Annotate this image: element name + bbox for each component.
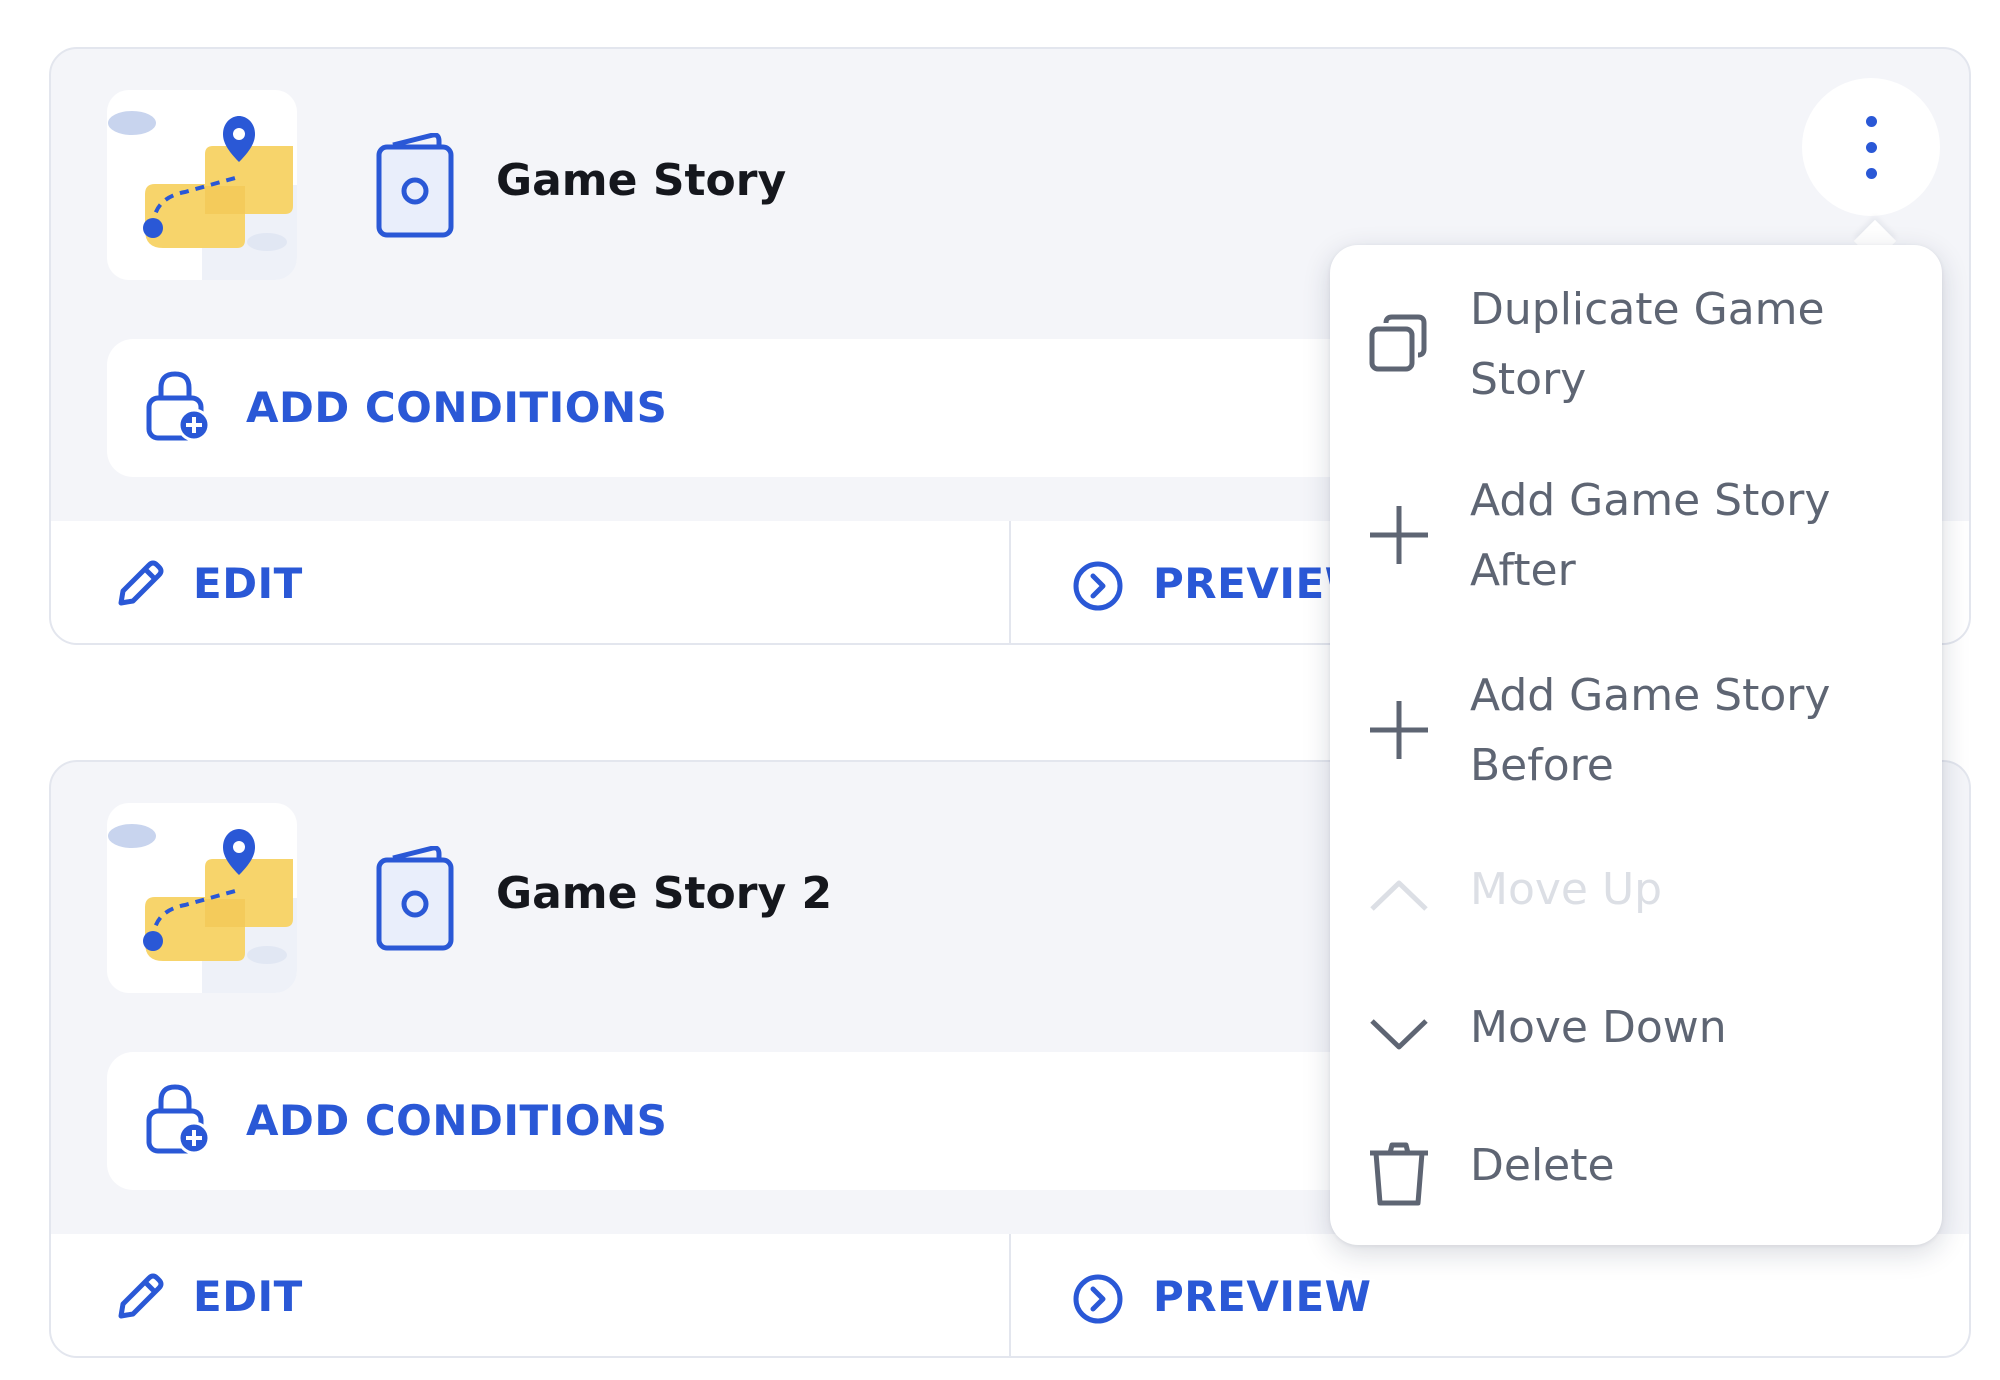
pencil-icon [111, 559, 165, 613]
story-document-icon [373, 132, 459, 239]
pencil-icon [111, 1272, 165, 1326]
lock-plus-icon [145, 370, 211, 442]
menu-item-label: Move Up [1470, 864, 1663, 915]
add-conditions-label: ADD CONDITIONS [246, 383, 668, 432]
menu-item-label: Add Game Story Before [1470, 670, 1831, 791]
story-document-icon [373, 845, 459, 952]
actions-divider [1009, 1234, 1011, 1356]
plus-icon [1366, 697, 1432, 763]
card-title: Game Story 2 [496, 868, 833, 919]
menu-item-label: Move Down [1470, 1002, 1727, 1053]
edit-button[interactable]: EDIT [193, 1272, 303, 1321]
actions-divider [1009, 521, 1011, 643]
chevron-up-icon [1366, 863, 1432, 929]
menu-item-delete[interactable]: Delete [1330, 1113, 1942, 1233]
card-title: Game Story [496, 155, 787, 206]
play-circle-icon [1071, 1272, 1125, 1326]
add-conditions-label: ADD CONDITIONS [246, 1096, 668, 1145]
play-circle-icon [1071, 559, 1125, 613]
menu-item-add-after[interactable]: Add Game Story After [1330, 460, 1942, 618]
context-menu: Duplicate Game Story Add Game Story Afte… [1330, 245, 1942, 1245]
preview-button[interactable]: PREVIEW [1153, 1272, 1371, 1321]
edit-button[interactable]: EDIT [193, 559, 303, 608]
map-route-thumbnail [107, 803, 297, 993]
duplicate-icon [1366, 311, 1432, 377]
card-actions: EDIT PREVIEW [51, 1234, 1969, 1356]
more-options-button[interactable] [1802, 78, 1940, 216]
menu-item-add-before[interactable]: Add Game Story Before [1330, 655, 1942, 813]
menu-item-label: Add Game Story After [1470, 475, 1831, 596]
menu-item-duplicate[interactable]: Duplicate Game Story [1330, 265, 1942, 423]
plus-icon [1366, 502, 1432, 568]
menu-item-label: Delete [1470, 1140, 1615, 1191]
lock-plus-icon [145, 1083, 211, 1155]
menu-item-move-up[interactable]: Move Up [1330, 835, 1942, 955]
chevron-down-icon [1366, 1001, 1432, 1067]
menu-item-label: Duplicate Game Story [1470, 284, 1825, 405]
trash-icon [1366, 1141, 1432, 1207]
map-route-thumbnail [107, 90, 297, 280]
menu-item-move-down[interactable]: Move Down [1330, 975, 1942, 1095]
